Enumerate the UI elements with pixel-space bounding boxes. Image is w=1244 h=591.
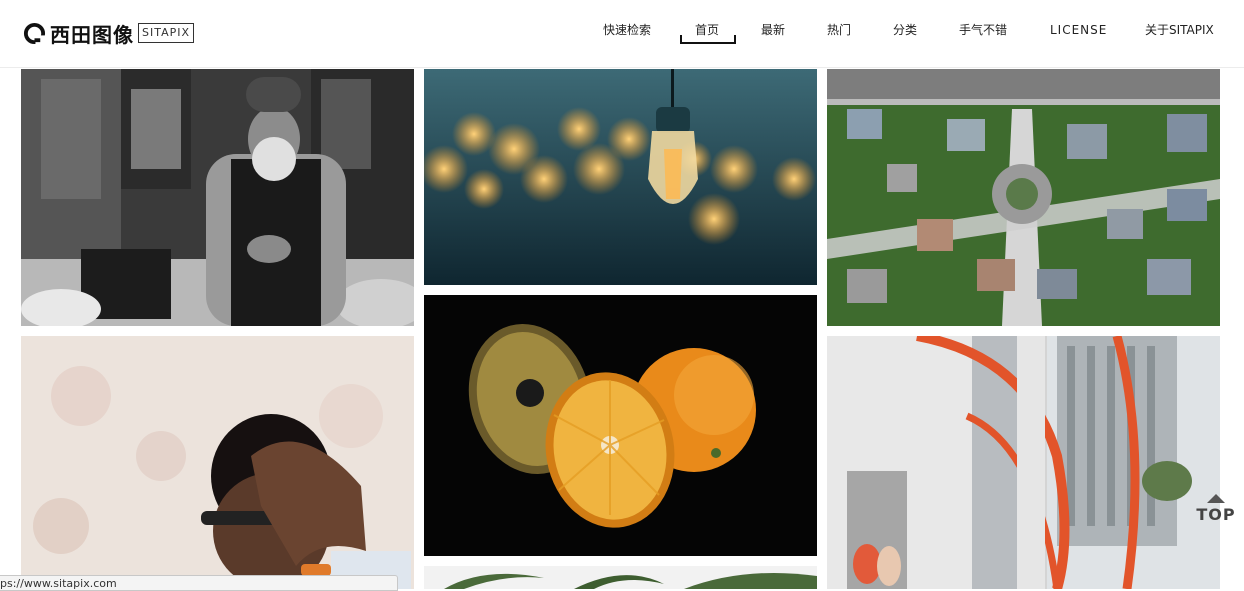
arrow-up-icon (1207, 494, 1225, 503)
photo-stressed-man (21, 336, 414, 589)
active-nav-indicator (680, 35, 736, 44)
logo-icon (23, 22, 46, 45)
photo-tile[interactable] (424, 295, 817, 556)
nav-latest[interactable]: 最新 (761, 22, 785, 38)
photo-tile[interactable] (424, 69, 817, 285)
nav-about[interactable]: 关于SITAPIX (1145, 22, 1214, 38)
photo-aerial-houses (827, 69, 1220, 326)
photo-tile[interactable] (21, 69, 414, 326)
brand-name-en: SITAPIX (138, 23, 195, 43)
photo-old-man (21, 69, 414, 326)
nav-quick-search[interactable]: 快速检索 (603, 22, 651, 38)
photo-tile[interactable] (21, 336, 414, 589)
photo-tile[interactable] (827, 336, 1220, 589)
brand-name-cn: 西田图像 (50, 22, 134, 47)
photo-palms (424, 566, 817, 589)
photo-oranges (424, 295, 817, 556)
photo-light-bulb (424, 69, 817, 285)
back-to-top-button[interactable]: TOP (1195, 494, 1237, 528)
site-header: 西田图像 SITAPIX 快速检索 首页 最新 热门 分类 手气不错 LICEN… (0, 0, 1244, 68)
nav-license[interactable]: LICENSE (1050, 22, 1107, 38)
photo-tile[interactable] (424, 566, 817, 589)
photo-tile[interactable] (827, 69, 1220, 326)
photo-red-sculpture (827, 336, 1220, 589)
back-to-top-label: TOP (1196, 505, 1236, 524)
nav-feeling-lucky[interactable]: 手气不错 (959, 22, 1007, 38)
nav-categories[interactable]: 分类 (893, 22, 917, 38)
site-logo[interactable]: 西田图像 SITAPIX (23, 20, 195, 47)
nav-popular[interactable]: 热门 (827, 22, 851, 38)
